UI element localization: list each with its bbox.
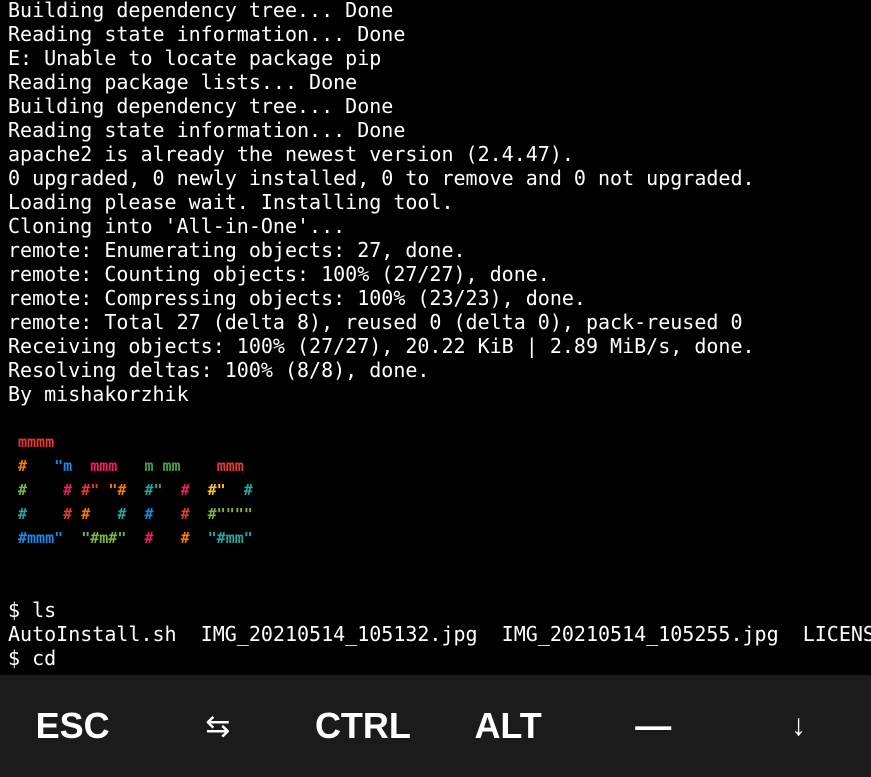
banner-segment [190,505,208,523]
banner-segment: # [18,505,28,523]
output-line: remote: Total 27 (delta 8), reused 0 (de… [8,310,743,334]
banner-segment [126,529,144,547]
banner-segment [126,481,144,499]
command-lines: $ ls AutoInstall.sh IMG_20210514_105132.… [8,598,871,670]
output-line: Reading state information... Done [8,22,406,46]
output-line: remote: Enumerating objects: 27, done. [8,238,466,262]
banner-segment: #" [81,481,100,499]
banner-segment: mmm [216,457,244,475]
output-line: Reading package lists... Done [8,70,358,94]
banner-segment: # [243,481,253,499]
tab-key-icon[interactable]: ⇆ [145,675,290,777]
output-line: remote: Compressing objects: 100% (23/23… [8,286,586,310]
output-line: 0 upgraded, 0 newly installed, 0 to remo… [8,166,755,190]
banner-segment: mmm [90,457,118,475]
banner-segment [90,505,117,523]
banner-segment: #" [207,481,226,499]
banner-segment: "# [108,481,127,499]
dash-key[interactable]: — [581,675,726,777]
banner-segment [63,529,81,547]
banner-segment [190,481,208,499]
banner-line: # # #" "# #" # #" # [18,478,871,502]
banner-segment [153,529,180,547]
output-line: remote: Counting objects: 100% (27/27), … [8,262,550,286]
banner-segment [153,505,180,523]
banner-segment: mmmm [18,433,55,451]
banner-segment: # [18,457,28,475]
banner-segment [27,505,63,523]
banner-segment: "#mm" [207,529,253,547]
banner-segment [27,481,63,499]
ls-output: AutoInstall.sh IMG_20210514_105132.jpg I… [8,622,871,646]
banner-segment [72,457,90,475]
arrow-down-key-icon[interactable]: ↓ [726,675,871,777]
output-line: Loading please wait. Installing tool. [8,190,454,214]
output-line: Reading state information... Done [8,118,406,142]
banner-segment: #" [144,481,163,499]
banner-segment: # [81,505,91,523]
banner-segment: "#m#" [81,529,127,547]
output-line: Receiving objects: 100% (27/27), 20.22 K… [8,334,755,358]
banner-segment [126,505,144,523]
banner-line: # "m mmm m mm mmm [18,454,871,478]
banner-segment: # [180,505,190,523]
output-line: Resolving deltas: 100% (8/8), done. [8,358,430,382]
banner-line: # # # # # # #"""" [18,502,871,526]
command-prompt-current[interactable]: $ cd [8,646,871,670]
output-line: By mishakorzhik [8,382,189,406]
output-line: Building dependency tree... Done [8,94,394,118]
banner-segment [99,481,108,499]
banner-segment [190,529,208,547]
terminal-output[interactable]: Building dependency tree... Done Reading… [0,0,871,673]
ctrl-key[interactable]: CTRL [290,675,435,777]
banner-segment: "m [54,457,73,475]
banner-segment: # [18,481,28,499]
banner-segment [72,481,81,499]
output-lines: Building dependency tree... Done Reading… [8,0,871,406]
banner-segment: m mm [144,457,181,475]
output-line: Cloning into 'All-in-One'... [8,214,346,238]
alt-key[interactable]: ALT [436,675,581,777]
banner-line: #mmm" "#m#" # # "#mm" [18,526,871,550]
banner-segment: #"""" [207,505,253,523]
banner-segment [226,481,244,499]
output-line: E: Unable to locate package pip [8,46,382,70]
extra-keys-bar: ESC ⇆ CTRL ALT — ↓ [0,675,871,777]
banner-segment: # [63,481,73,499]
banner-segment [27,457,54,475]
banner-segment: # [180,529,190,547]
esc-key[interactable]: ESC [0,675,145,777]
command-prompt-ls: $ ls [8,598,57,622]
output-line: Building dependency tree... Done [8,0,394,22]
ascii-art-banner: mmmm # "m mmm m mm mmm # # #" "# #" # #" #… [8,430,871,550]
banner-segment [181,457,217,475]
banner-segment [72,505,81,523]
output-line: apache2 is already the newest version (2… [8,142,574,166]
banner-segment [117,457,144,475]
banner-segment [163,481,181,499]
banner-line: mmmm [18,430,871,454]
banner-segment: # [180,481,190,499]
banner-segment: #mmm" [18,529,64,547]
banner-segment: # [63,505,73,523]
